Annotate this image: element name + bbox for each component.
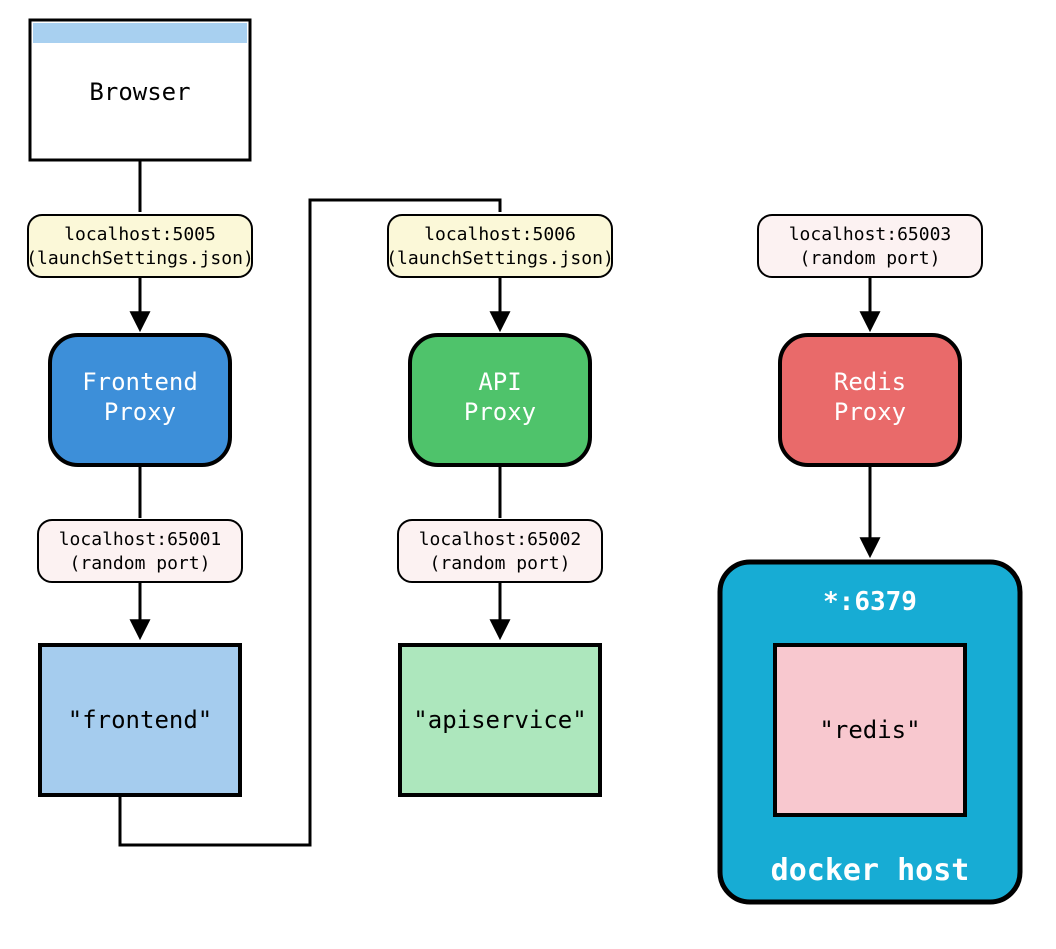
redis-proxy-line2: Proxy: [834, 398, 906, 426]
port-api-proxy: localhost:5006 (launchSettings.json): [386, 215, 614, 277]
port-redis-proxy-line1: localhost:65003: [789, 224, 952, 245]
frontend-svc-label: "frontend": [68, 706, 213, 734]
frontend-svc-node: "frontend": [40, 645, 240, 795]
port-api-proxy-line2: (launchSettings.json): [386, 248, 614, 269]
api-svc-node: "apiservice": [400, 645, 600, 795]
docker-host-port: *:6379: [823, 587, 917, 617]
port-frontend-svc-line1: localhost:65001: [59, 529, 222, 550]
api-proxy-line1: API: [478, 368, 521, 396]
api-proxy-line2: Proxy: [464, 398, 536, 426]
frontend-proxy-line2: Proxy: [104, 398, 176, 426]
port-frontend-proxy: localhost:5005 (launchSettings.json): [26, 215, 254, 277]
port-redis-proxy-line2: (random port): [800, 248, 941, 269]
port-frontend-proxy-line1: localhost:5005: [64, 224, 216, 245]
browser-label: Browser: [89, 78, 190, 106]
port-api-proxy-line1: localhost:5006: [424, 224, 576, 245]
docker-host-label: docker host: [771, 853, 970, 888]
frontend-proxy-line1: Frontend: [82, 368, 198, 396]
browser-node: Browser: [30, 20, 250, 160]
api-svc-label: "apiservice": [413, 706, 586, 734]
redis-proxy-node: Redis Proxy: [780, 335, 960, 465]
port-api-svc: localhost:65002 (random port): [398, 520, 602, 582]
port-api-svc-line2: (random port): [430, 553, 571, 574]
port-frontend-svc-line2: (random port): [70, 553, 211, 574]
api-proxy-node: API Proxy: [410, 335, 590, 465]
frontend-proxy-node: Frontend Proxy: [50, 335, 230, 465]
redis-proxy-line1: Redis: [834, 368, 906, 396]
docker-host-node: *:6379 "redis" docker host: [720, 562, 1020, 902]
port-frontend-svc: localhost:65001 (random port): [38, 520, 242, 582]
redis-svc-label: "redis": [819, 716, 920, 744]
port-frontend-proxy-line2: (launchSettings.json): [26, 248, 254, 269]
port-redis-proxy: localhost:65003 (random port): [758, 215, 982, 277]
port-api-svc-line1: localhost:65002: [419, 529, 582, 550]
